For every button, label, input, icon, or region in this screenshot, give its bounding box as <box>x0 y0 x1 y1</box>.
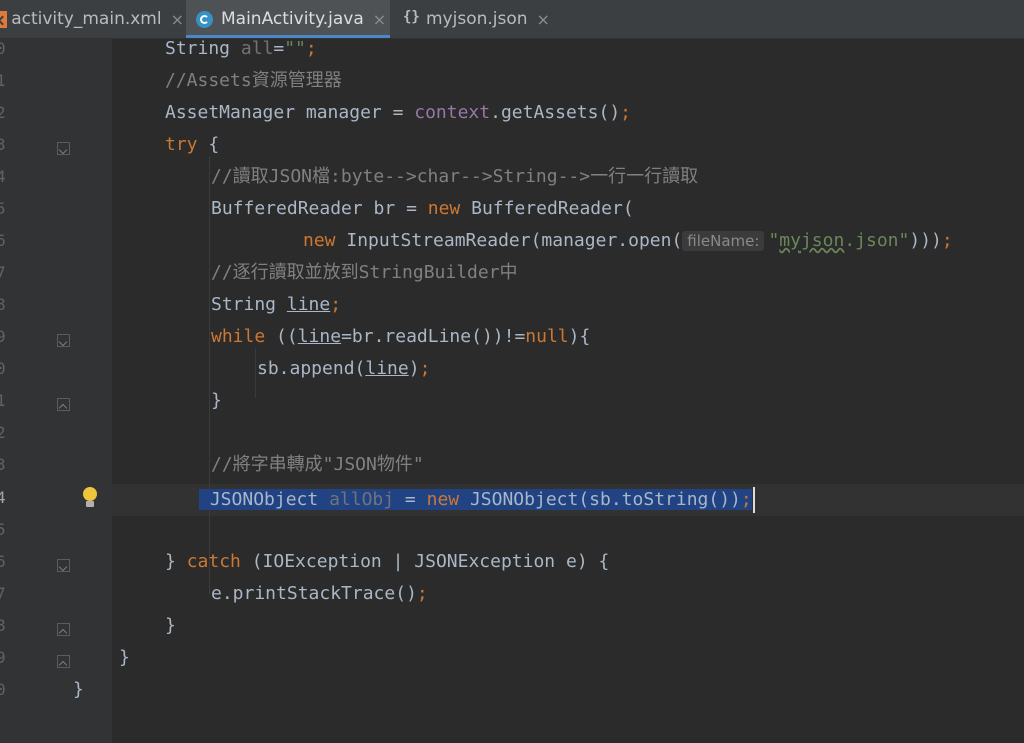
line-number-current: 4 <box>0 488 6 507</box>
text-caret <box>752 487 755 513</box>
indent-guide <box>255 348 256 398</box>
line-number: 9 <box>0 327 6 346</box>
line-number: 0 <box>0 39 6 58</box>
tab-label: MainActivity.java <box>221 9 364 29</box>
close-icon[interactable]: × <box>373 10 386 29</box>
editor-tab-bar: activity_main.xml × MainActivity.java × … <box>0 0 1024 39</box>
code-line: AssetManager manager = context.getAssets… <box>165 102 631 123</box>
line-number: 1 <box>0 391 6 410</box>
code-line: try { <box>165 134 220 155</box>
line-number: 0 <box>0 680 6 699</box>
parameter-hint: fileName: <box>682 231 765 251</box>
line-number: 5 <box>0 520 6 539</box>
fold-toggle-icon[interactable] <box>57 623 70 636</box>
line-number: 3 <box>0 135 6 154</box>
fold-toggle-icon[interactable] <box>57 655 70 668</box>
line-number: 3 <box>0 455 6 474</box>
fold-toggle-icon[interactable] <box>57 334 70 347</box>
code-comment: //Assets資源管理器 <box>165 70 342 91</box>
editor-gutter: 0 1 2 3 4 5 6 7 8 9 0 1 2 3 4 5 6 7 8 9 … <box>0 38 112 743</box>
code-line: new InputStreamReader(manager.open(fileN… <box>303 230 953 251</box>
line-number: 4 <box>0 167 6 186</box>
indent-guide <box>209 156 210 594</box>
code-line: } <box>211 390 222 411</box>
line-number: 0 <box>0 359 6 378</box>
close-icon[interactable]: × <box>171 10 184 29</box>
line-number: 6 <box>0 231 6 250</box>
fold-toggle-icon[interactable] <box>57 559 70 572</box>
tab-activity-main-xml[interactable]: activity_main.xml × <box>0 0 184 38</box>
code-editor[interactable]: String all=""; //Assets資源管理器 AssetManage… <box>73 38 1024 743</box>
line-number: 8 <box>0 295 6 314</box>
code-line: } <box>73 679 84 700</box>
code-comment: //將字串轉成"JSON物件" <box>211 454 424 475</box>
tab-myjson-json[interactable]: myjson.json × <box>392 0 552 38</box>
line-number: 8 <box>0 616 6 635</box>
line-number: 9 <box>0 648 6 667</box>
line-number: 5 <box>0 199 6 218</box>
xml-file-icon <box>0 10 8 28</box>
code-line: } catch (IOException | JSONException e) … <box>165 551 610 572</box>
fold-toggle-icon[interactable] <box>57 398 70 411</box>
line-number: 2 <box>0 103 6 122</box>
code-line: e.printStackTrace(); <box>211 583 428 604</box>
java-class-icon <box>196 10 213 28</box>
code-line: } <box>119 647 130 668</box>
code-comment: //逐行讀取並放到StringBuilder中 <box>211 262 518 283</box>
code-comment: //讀取JSON檔:byte-->char-->String-->一行一行讀取 <box>211 166 699 187</box>
editor-window: activity_main.xml × MainActivity.java × … <box>0 0 1024 743</box>
tab-label: activity_main.xml <box>11 9 162 29</box>
code-line: while ((line=br.readLine())!=null){ <box>211 326 591 347</box>
code-line: String all=""; <box>165 38 317 59</box>
line-number: 7 <box>0 263 6 282</box>
line-number: 7 <box>0 584 6 603</box>
tab-label: myjson.json <box>426 9 528 29</box>
close-icon[interactable]: × <box>537 10 550 29</box>
fold-toggle-icon[interactable] <box>57 142 70 155</box>
line-number: 6 <box>0 552 6 571</box>
text-selection: JSONObject allObj = new JSONObject(sb.to… <box>199 489 752 510</box>
line-number: 1 <box>0 71 6 90</box>
selected-code-line: JSONObject allObj = new JSONObject(sb.to… <box>199 484 755 516</box>
code-line: } <box>165 615 176 636</box>
json-file-icon <box>402 9 420 28</box>
code-line: String line; <box>211 294 342 315</box>
code-line: BufferedReader br = new BufferedReader( <box>211 198 634 219</box>
line-number: 2 <box>0 423 6 442</box>
code-line: sb.append(line); <box>257 358 431 379</box>
lightbulb-icon[interactable] <box>80 486 100 510</box>
